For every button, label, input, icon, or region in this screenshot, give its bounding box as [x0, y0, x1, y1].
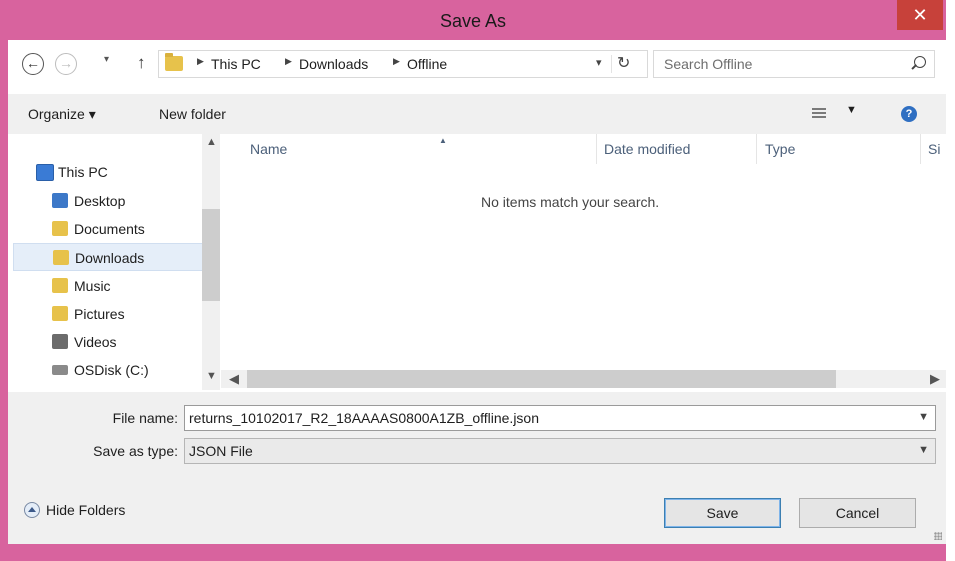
sidebar-item-label: Videos [74, 334, 117, 350]
divider [596, 134, 597, 164]
breadcrumb-downloads[interactable]: Downloads [299, 56, 368, 72]
breadcrumb-this-pc[interactable]: This PC [211, 56, 261, 72]
pictures-folder-icon [52, 306, 68, 321]
save-type-select[interactable]: JSON File ▼ [184, 438, 936, 464]
address-dropdown-icon[interactable]: ▾ [596, 56, 602, 69]
column-header-type[interactable]: Type [765, 134, 795, 164]
divider [611, 55, 612, 73]
divider [756, 134, 757, 164]
sidebar-item-desktop[interactable]: Desktop [8, 187, 198, 215]
sidebar-item-pictures[interactable]: Pictures [8, 300, 198, 328]
sidebar-item-music[interactable]: Music [8, 272, 198, 300]
organize-button[interactable]: Organize ▾ [28, 106, 96, 123]
divider [920, 134, 921, 164]
view-options-dropdown[interactable]: ▼ [846, 104, 857, 116]
sort-ascending-icon: ▲ [439, 136, 447, 145]
resize-grip-icon[interactable] [934, 532, 942, 540]
sidebar-item-label: This PC [58, 164, 108, 180]
search-input[interactable]: Search Offline [653, 50, 935, 78]
computer-icon [36, 164, 54, 181]
folder-icon [165, 53, 183, 71]
new-folder-button[interactable]: New folder [159, 106, 226, 122]
file-name-field[interactable]: returns_10102017_R2_18AAAAS0800A1ZB_offl… [184, 405, 936, 431]
sidebar-item-osdisk[interactable]: OSDisk (C:) [8, 356, 198, 384]
videos-folder-icon [52, 334, 68, 349]
chevron-right-icon: ▶ [393, 56, 400, 66]
downloads-folder-icon [53, 250, 69, 265]
sidebar-item-label: Music [74, 278, 111, 294]
sidebar-item-this-pc[interactable]: This PC [8, 158, 198, 186]
refresh-button[interactable]: ↻ [617, 53, 630, 73]
chevron-right-icon: ▶ [285, 56, 292, 66]
scroll-up-icon[interactable]: ▲ [206, 136, 217, 148]
sidebar-item-videos[interactable]: Videos [8, 328, 198, 356]
column-header-size[interactable]: Si [928, 134, 946, 164]
help-icon[interactable]: ? [901, 106, 917, 122]
command-toolbar: Organize ▾ New folder ▼ ? [8, 94, 946, 134]
change-view-icon[interactable] [812, 108, 826, 119]
save-type-label: Save as type: [93, 443, 178, 459]
scrollbar-thumb[interactable] [202, 209, 220, 301]
desktop-folder-icon [52, 193, 68, 208]
sidebar-item-label: Desktop [74, 193, 126, 209]
save-type-value: JSON File [189, 443, 253, 459]
scroll-down-icon[interactable]: ▼ [206, 370, 217, 382]
sidebar-item-label: Downloads [75, 250, 145, 266]
sidebar-item-downloads[interactable]: Downloads [13, 243, 205, 271]
music-folder-icon [52, 278, 68, 293]
scrollbar-thumb[interactable] [247, 370, 836, 388]
recent-locations-icon[interactable]: ▾ [104, 54, 109, 65]
up-button[interactable]: ↑ [137, 53, 146, 73]
column-header-date-modified[interactable]: Date modified [604, 134, 690, 164]
drive-icon [52, 365, 68, 375]
search-placeholder: Search Offline [664, 56, 753, 72]
empty-message: No items match your search. [481, 194, 660, 210]
collapse-up-icon [24, 502, 40, 518]
nav-scrollbar[interactable]: ▲ ▼ [202, 134, 220, 390]
save-form-area: File name: returns_10102017_R2_18AAAAS08… [8, 392, 946, 544]
breadcrumb-offline[interactable]: Offline [407, 56, 447, 72]
documents-folder-icon [52, 221, 68, 236]
navigation-pane: This PC Desktop Documents Downloads Musi… [8, 134, 221, 394]
forward-button[interactable]: → [55, 53, 77, 75]
chevron-right-icon: ▶ [197, 56, 204, 66]
sidebar-item-label: Pictures [74, 306, 125, 322]
hide-folders-label: Hide Folders [46, 502, 126, 518]
chevron-down-icon[interactable]: ▼ [918, 411, 929, 423]
close-button[interactable]: ✕ [897, 0, 943, 30]
back-button[interactable]: ← [22, 53, 44, 75]
cancel-button[interactable]: Cancel [799, 498, 916, 528]
search-icon [914, 56, 926, 68]
file-name-label: File name: [112, 410, 178, 426]
sidebar-item-label: Documents [74, 221, 145, 237]
file-list-scrollbar[interactable]: ◀ ▶ [221, 370, 946, 388]
address-bar[interactable]: ▶ This PC ▶ Downloads ▶ Offline ▾ ↻ [158, 50, 648, 78]
column-header-name[interactable]: Name [250, 134, 287, 164]
window-edge [946, 0, 955, 561]
scroll-left-icon[interactable]: ◀ [229, 370, 239, 388]
save-button[interactable]: Save [664, 498, 781, 528]
chevron-down-icon[interactable]: ▼ [918, 444, 929, 456]
sidebar-item-label: OSDisk (C:) [74, 362, 149, 378]
file-name-value: returns_10102017_R2_18AAAAS0800A1ZB_offl… [189, 410, 539, 426]
sidebar-item-documents[interactable]: Documents [8, 215, 198, 243]
window-title: Save As [439, 11, 507, 31]
dialog-client: ← → ▾ ↑ ▶ This PC ▶ Downloads ▶ Offline … [8, 40, 946, 544]
scroll-right-icon[interactable]: ▶ [930, 370, 940, 388]
